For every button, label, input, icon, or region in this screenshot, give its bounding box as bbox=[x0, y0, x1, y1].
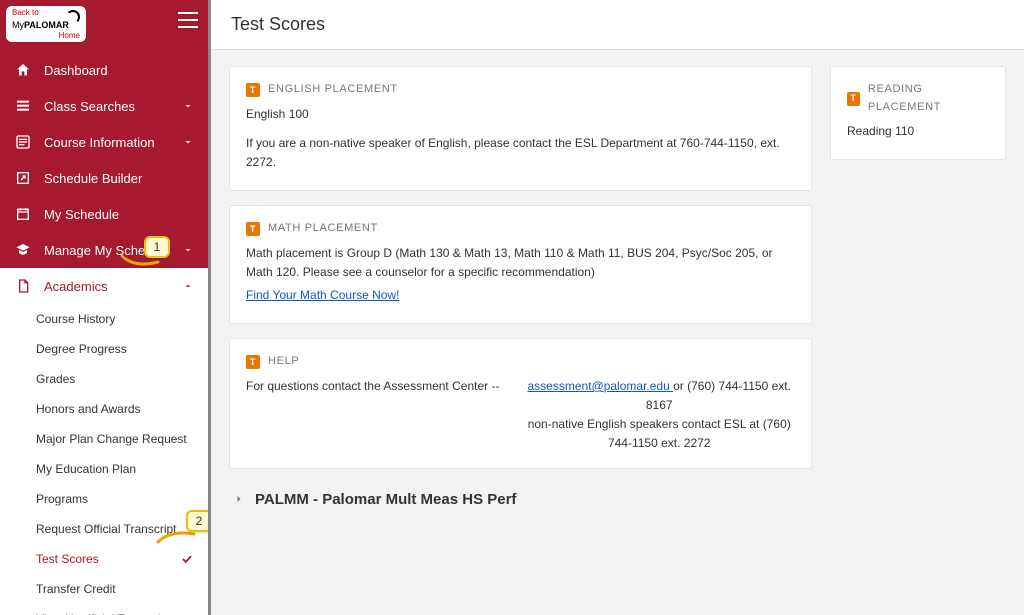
sub-course-history[interactable]: Course History bbox=[0, 304, 208, 334]
logo[interactable]: Back to MyPALOMAR Home bbox=[6, 6, 86, 42]
logo-arc-icon bbox=[66, 10, 80, 24]
callout-badge-2: 2 bbox=[186, 510, 208, 532]
sidebar: Back to MyPALOMAR Home Dashboard Class S… bbox=[0, 0, 208, 615]
main: Test Scores T ENGLISH PLACEMENT English … bbox=[208, 0, 1024, 615]
logo-home: Home bbox=[59, 31, 80, 40]
content: T ENGLISH PLACEMENT English 100 If you a… bbox=[211, 50, 1024, 532]
sub-degree-progress[interactable]: Degree Progress bbox=[0, 334, 208, 364]
card-title-text: HELP bbox=[268, 353, 299, 371]
menu-toggle-icon[interactable] bbox=[178, 12, 198, 28]
card-title-text: ENGLISH PLACEMENT bbox=[268, 81, 398, 99]
t-badge-icon: T bbox=[847, 92, 860, 106]
help-esl-line: non-native English speakers contact ESL … bbox=[523, 415, 795, 453]
document-icon bbox=[14, 278, 32, 294]
help-email-link[interactable]: assessment@palomar.edu bbox=[528, 379, 674, 393]
nav-course-information[interactable]: Course Information bbox=[0, 124, 208, 160]
chevron-right-icon bbox=[233, 493, 245, 505]
sub-transfer-credit[interactable]: Transfer Credit bbox=[0, 574, 208, 604]
palmm-expander[interactable]: PALMM - Palomar Mult Meas HS Perf bbox=[229, 483, 812, 516]
home-icon bbox=[14, 62, 32, 78]
chevron-down-icon bbox=[182, 244, 194, 256]
nav-label: Class Searches bbox=[44, 99, 135, 114]
math-link[interactable]: Find Your Math Course Now! bbox=[246, 288, 399, 302]
logo-backto: Back to bbox=[12, 8, 39, 17]
t-badge-icon: T bbox=[246, 83, 260, 97]
sub-grades[interactable]: Grades bbox=[0, 364, 208, 394]
card-reading-placement: T READING PLACEMENT Reading 110 bbox=[830, 66, 1006, 160]
primary-nav: Dashboard Class Searches Course Informat… bbox=[0, 48, 208, 615]
list-icon bbox=[14, 98, 32, 114]
chevron-down-icon bbox=[182, 100, 194, 112]
nav-academics[interactable]: Academics 1 bbox=[0, 268, 208, 304]
card-help: T HELP For questions contact the Assessm… bbox=[229, 338, 812, 468]
math-body: Math placement is Group D (Math 130 & Ma… bbox=[246, 244, 795, 282]
nav-label: Academics bbox=[44, 279, 108, 294]
card-math-placement: T MATH PLACEMENT Math placement is Group… bbox=[229, 205, 812, 324]
nav-label: My Schedule bbox=[44, 207, 119, 222]
chevron-down-icon bbox=[182, 136, 194, 148]
nav-class-searches[interactable]: Class Searches bbox=[0, 88, 208, 124]
sub-honors[interactable]: Honors and Awards bbox=[0, 394, 208, 424]
sidebar-header: Back to MyPALOMAR Home bbox=[0, 0, 208, 48]
t-badge-icon: T bbox=[246, 355, 260, 369]
sub-test-scores[interactable]: Test Scores bbox=[0, 544, 208, 574]
nav-manage-schedule[interactable]: Manage My Schedule bbox=[0, 232, 208, 268]
nav-schedule-builder[interactable]: Schedule Builder bbox=[0, 160, 208, 196]
reading-result: Reading 110 bbox=[847, 122, 989, 141]
palmm-title: PALMM - Palomar Mult Meas HS Perf bbox=[255, 491, 516, 508]
sub-education-plan[interactable]: My Education Plan bbox=[0, 454, 208, 484]
logo-brand: MyPALOMAR bbox=[12, 20, 69, 30]
chevron-up-icon bbox=[182, 280, 194, 292]
nav-my-schedule[interactable]: My Schedule bbox=[0, 196, 208, 232]
callout-badge-1: 1 bbox=[144, 236, 170, 258]
page-title: Test Scores bbox=[211, 0, 1024, 50]
card-english-placement: T ENGLISH PLACEMENT English 100 If you a… bbox=[229, 66, 812, 191]
english-result: English 100 bbox=[246, 105, 795, 124]
help-left-text: For questions contact the Assessment Cen… bbox=[246, 377, 499, 396]
help-contact: assessment@palomar.edu or (760) 744-1150… bbox=[523, 377, 795, 454]
t-badge-icon: T bbox=[246, 222, 260, 236]
calendar-icon bbox=[14, 206, 32, 222]
nav-dashboard[interactable]: Dashboard bbox=[0, 52, 208, 88]
content-right-column: T READING PLACEMENT Reading 110 bbox=[830, 66, 1006, 160]
sub-unofficial[interactable]: View Unofficial Transcript bbox=[0, 604, 208, 615]
card-title-text: READING PLACEMENT bbox=[868, 81, 989, 116]
nav-label: Course Information bbox=[44, 135, 155, 150]
check-icon bbox=[180, 552, 194, 566]
card-title-text: MATH PLACEMENT bbox=[268, 220, 378, 238]
nav-label: Dashboard bbox=[44, 63, 108, 78]
graduation-icon bbox=[14, 242, 32, 258]
nav-label: Schedule Builder bbox=[44, 171, 142, 186]
academics-subnav: Course History Degree Progress Grades Ho… bbox=[0, 304, 208, 615]
external-icon bbox=[14, 170, 32, 186]
sub-programs[interactable]: Programs bbox=[0, 484, 208, 514]
sub-major-plan[interactable]: Major Plan Change Request bbox=[0, 424, 208, 454]
grid-icon bbox=[14, 134, 32, 150]
content-left-column: T ENGLISH PLACEMENT English 100 If you a… bbox=[229, 66, 812, 516]
english-note: If you are a non-native speaker of Engli… bbox=[246, 134, 795, 172]
